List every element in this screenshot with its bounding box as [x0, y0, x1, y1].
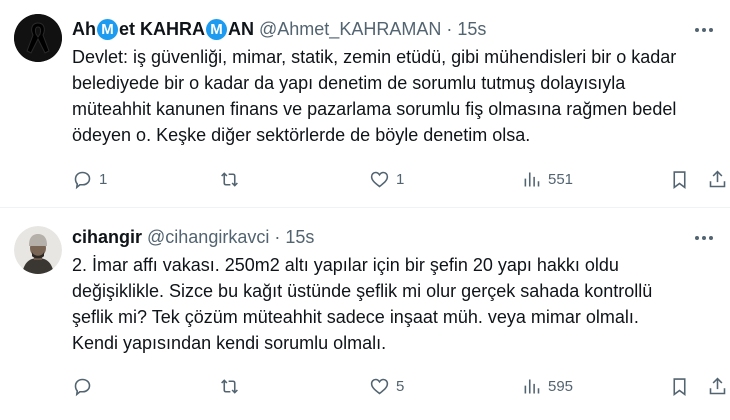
views-count: 595	[548, 377, 574, 395]
user-handle[interactable]: @cihangirkavci	[147, 227, 269, 248]
m-badge-icon: M	[206, 19, 228, 40]
heart-icon	[370, 171, 389, 188]
tweet-text-line: belediyede bir o kadar da yapı denetim d…	[72, 73, 626, 93]
reply-icon	[74, 171, 91, 189]
heart-icon	[370, 378, 389, 395]
tweet-text-line: değişiklikle. Sizce bu kağıt üstünde şef…	[72, 281, 653, 301]
bookmark-icon	[673, 377, 686, 396]
share-icon	[709, 377, 726, 394]
views-count: 551	[548, 170, 574, 188]
reply-button[interactable]	[72, 374, 99, 398]
tweet-text-line: şeflik mi? Tek çözüm müteahhit sadece in…	[72, 307, 639, 327]
bookmark-button[interactable]	[669, 374, 690, 398]
user-handle[interactable]: @Ahmet_KAHRAMAN	[259, 19, 441, 40]
tweet-text-line: 2. İmar affı vakası. 250m2 altı yapılar …	[72, 255, 619, 275]
action-bar: 5 595	[72, 374, 726, 398]
timestamp[interactable]: 15s	[457, 19, 486, 40]
tweet-header: Ah Met KAHRA M AN @Ahmet_KAHRAMAN · 15s	[72, 19, 486, 40]
tweet[interactable]: cihangir @cihangirkavci · 15s 2. İmar af…	[0, 208, 730, 420]
views-icon	[524, 379, 540, 393]
m-badge-icon: M	[97, 19, 118, 40]
tweet-text-line: Kendi yapısından kendi sorumlu olmalı.	[72, 333, 387, 353]
more-horizontal-icon[interactable]	[692, 20, 716, 40]
more-horizontal-icon[interactable]	[692, 228, 716, 248]
views-button[interactable]: 595	[521, 374, 573, 398]
like-count: 1	[396, 170, 405, 188]
avatar[interactable]	[14, 14, 62, 62]
retweet-button[interactable]	[219, 374, 246, 398]
separator-dot: ·	[274, 227, 281, 247]
tweet-text-line: müteahhit kanunen finans ve pazarlama so…	[72, 99, 677, 119]
tweet[interactable]: Ah Met KAHRA M AN @Ahmet_KAHRAMAN · 15s Dev…	[0, 0, 730, 208]
avatar[interactable]	[14, 226, 62, 274]
display-name-part: AN	[228, 19, 255, 39]
tweet-header: cihangir @cihangirkavci · 15s	[72, 227, 314, 248]
timestamp[interactable]: 15s	[285, 227, 314, 248]
like-count: 5	[396, 377, 405, 395]
views-icon	[524, 172, 540, 186]
display-name-part: Ah	[72, 19, 96, 39]
bookmark-icon	[673, 170, 686, 189]
reply-count: 1	[99, 170, 108, 188]
retweet-icon	[221, 171, 238, 187]
tweet-text-line: Devlet: iş güvenliği, mimar, statik, zem…	[72, 47, 677, 67]
share-icon	[709, 170, 726, 187]
tweet-text-line: ödeyen o. Keşke diğer sektörlerde de böy…	[72, 125, 531, 145]
tweet-text: 2. İmar affı vakası. 250m2 altı yapılar …	[72, 252, 712, 356]
display-name[interactable]: Ah Met KAHRA M AN	[72, 19, 254, 40]
share-button[interactable]	[707, 167, 728, 191]
like-button[interactable]: 1	[369, 167, 404, 191]
tweet-text: Devlet: iş güvenliği, mimar, statik, zem…	[72, 44, 712, 148]
action-bar: 1 1 551	[72, 167, 726, 191]
reply-icon	[74, 378, 91, 396]
display-name[interactable]: cihangir	[72, 227, 142, 248]
reply-button[interactable]: 1	[72, 167, 107, 191]
display-name-part: et KAHRA	[119, 19, 206, 39]
like-button[interactable]: 5	[369, 374, 404, 398]
views-button[interactable]: 551	[521, 167, 573, 191]
share-button[interactable]	[707, 374, 728, 398]
separator-dot: ·	[446, 19, 453, 39]
bookmark-button[interactable]	[669, 167, 690, 191]
retweet-button[interactable]	[219, 167, 246, 191]
retweet-icon	[221, 378, 238, 394]
